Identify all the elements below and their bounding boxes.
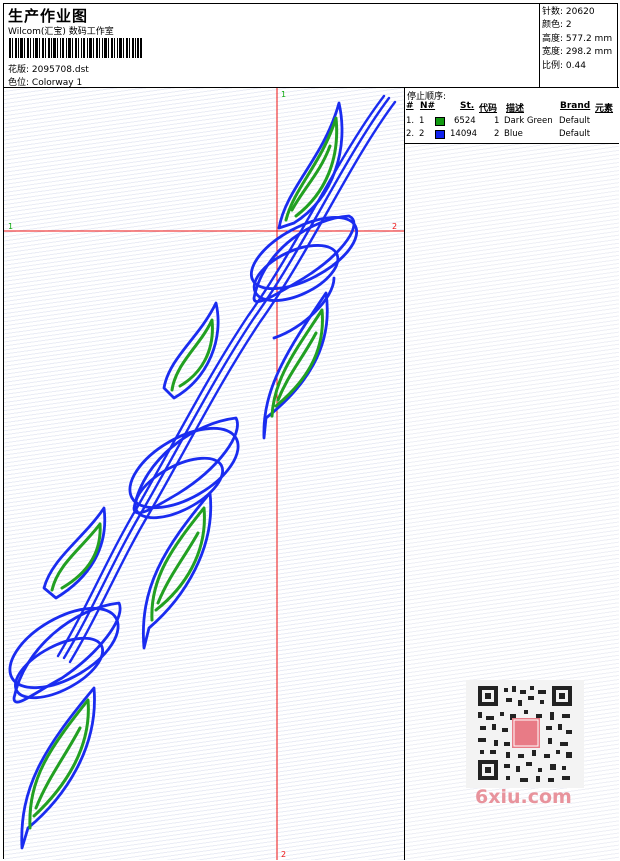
pattern-label: 花版: [8,65,30,75]
pattern-file: 花版: 2095708.dst [8,62,89,75]
axis-top-label: 1 [281,90,286,99]
stat-value: 577.2 mm [565,33,613,44]
stat-value: 0.44 [565,60,586,71]
stats-panel: 针数: 20620 颜色: 2 高度: 577.2 mm 宽度: 298.2 m… [540,4,619,88]
axis-left-label: 1 [8,222,13,231]
stat-stitches: 针数: 20620 [542,6,619,19]
row-code: 1 [494,116,500,126]
table-header: # N# St. 代码 描述 Brand 元素 [405,101,619,114]
row-desc: Dark Green [504,116,553,126]
stat-label: 比例: [542,60,564,71]
stat-value: 298.2 mm [565,47,613,58]
table-row[interactable]: 2. 2 14094 2 Blue Default [405,129,619,141]
colorway-label: 色位: [8,78,30,88]
color-swatch-icon [435,130,445,139]
design-preview[interactable]: 1 2 1 2 [4,88,405,860]
col-needle: N# [420,101,436,111]
stat-label: 宽度: [542,47,564,58]
row-needle: 1 [419,116,425,126]
col-stitches: St. [460,101,475,111]
stat-value: 2 [565,20,572,31]
stat-label: 颜色: [542,20,564,31]
stem-lines [56,94,397,664]
row-desc: Blue [504,129,523,139]
stat-value: 20620 [565,7,595,17]
table-row[interactable]: 1. 1 6524 1 Dark Green Default [405,116,619,128]
color-swatch-icon [435,117,445,126]
axis-right-label: 2 [392,222,397,231]
row-needle: 2 [419,129,425,139]
header-info: 生产作业图 Wilcom(汇宝) 数码工作室 花版: 2095708.dst 色… [4,4,540,88]
blue-outline-motifs [8,101,359,850]
row-brand: Default [559,129,591,139]
barcode-icon [9,38,142,58]
stat-scale: 比例: 0.44 [542,60,619,73]
embroidery-design: 1 2 1 2 [4,88,404,860]
col-brand: Brand [560,101,591,111]
stat-height: 高度: 577.2 mm [542,33,619,46]
col-desc: 描述 [506,104,525,114]
pattern-value: 2095708.dst [31,65,89,75]
company-name: Wilcom(汇宝) 数码工作室 [8,27,114,37]
row-stitches: 14094 [450,129,478,139]
row-seq: 1. [406,116,415,126]
axis-bottom-label: 2 [281,850,286,859]
watermark-site: 6xiu.com [475,786,572,808]
col-code: 代码 [479,104,498,114]
stat-colors: 颜色: 2 [542,19,619,32]
row-seq: 2. [406,129,415,139]
col-element: 元素 [595,104,614,114]
page-title: 生产作业图 [8,7,89,25]
stat-label: 针数: [542,7,564,17]
row-stitches: 6524 [454,116,476,126]
colorway-value: Colorway 1 [31,78,83,88]
stop-sequence-table: 停止顺序: # N# St. 代码 描述 Brand 元素 1. 1 6524 … [405,88,619,144]
row-brand: Default [559,116,591,126]
colorway: 色位: Colorway 1 [8,75,82,88]
row-code: 2 [494,129,500,139]
stat-label: 高度: [542,33,564,44]
stat-width: 宽度: 298.2 mm [542,46,619,59]
col-seq: # [406,101,414,111]
